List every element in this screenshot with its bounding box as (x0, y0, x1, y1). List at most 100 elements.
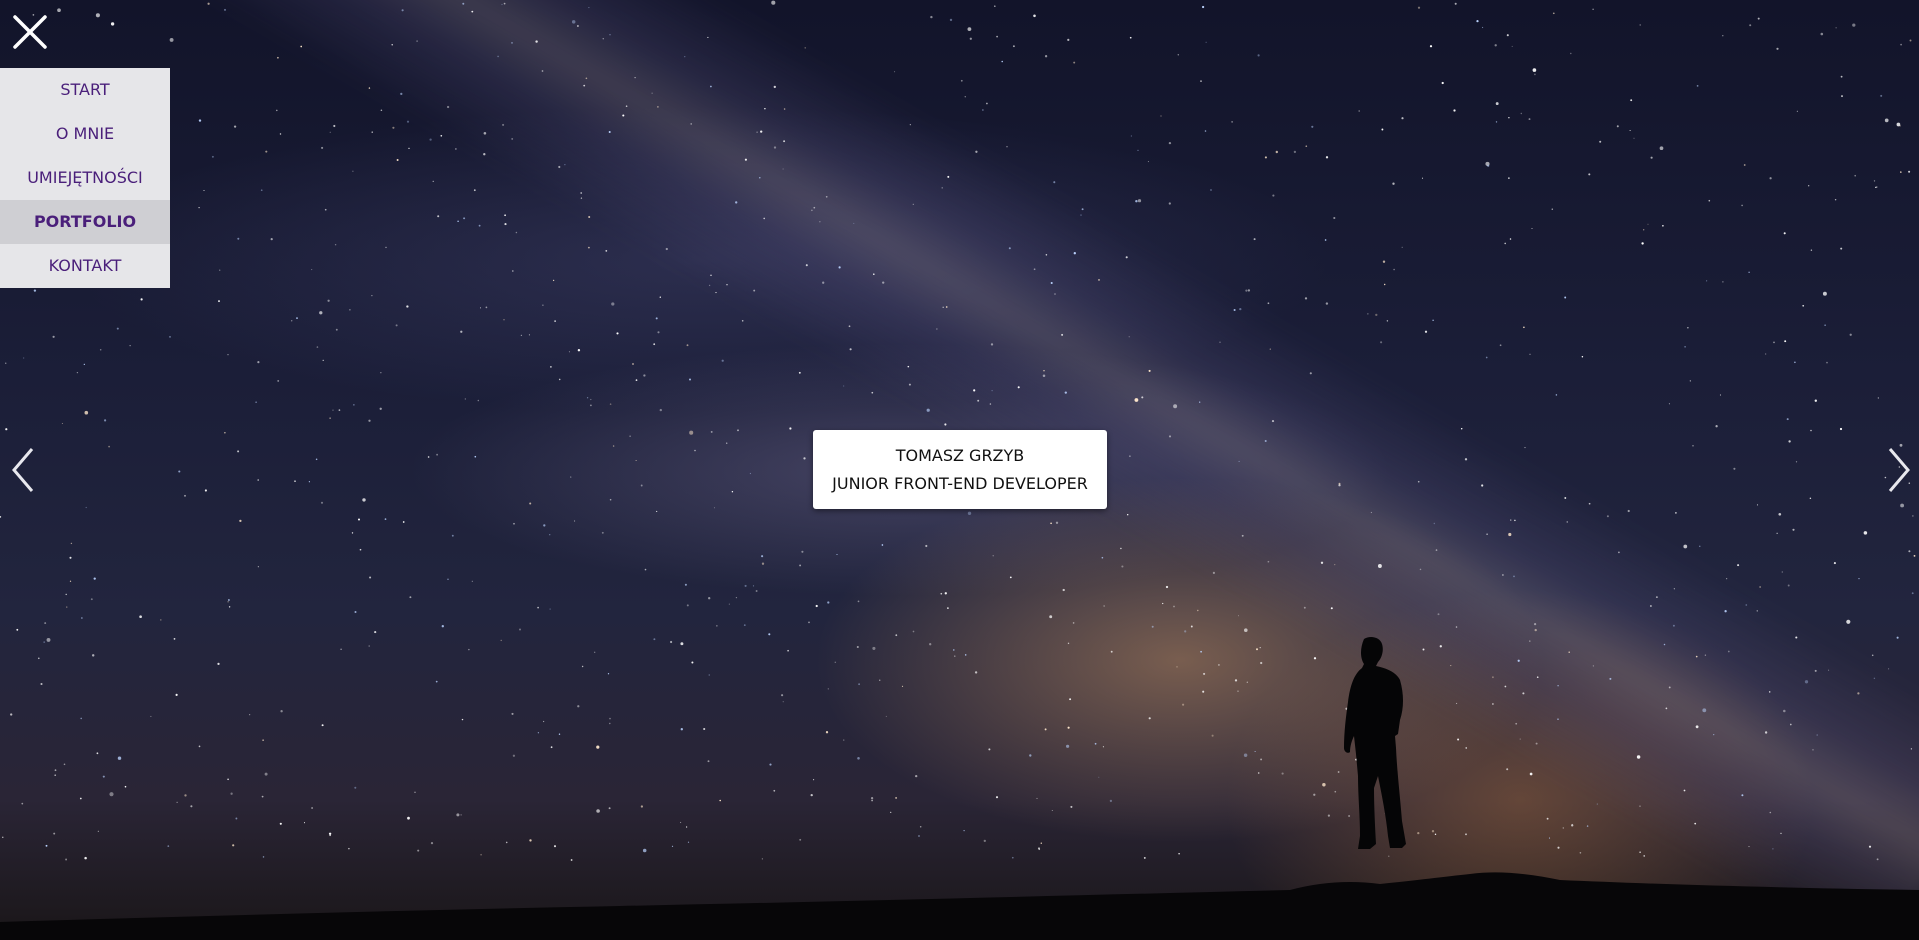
star (1515, 722, 1518, 725)
star (1854, 174, 1856, 177)
star (936, 328, 938, 330)
star (1776, 47, 1779, 50)
star (198, 119, 202, 122)
star (1393, 268, 1395, 271)
star (1309, 372, 1312, 375)
star (235, 817, 238, 820)
star (1110, 650, 1113, 653)
star (1073, 61, 1076, 64)
star (1313, 793, 1316, 796)
menu-item-o-mnie[interactable]: O MNIE (0, 112, 170, 156)
star (1419, 568, 1422, 571)
star (901, 685, 904, 688)
star (716, 625, 718, 627)
star (726, 442, 728, 444)
menu-item-portfolio[interactable]: PORTFOLIO (0, 200, 170, 244)
star (708, 597, 711, 600)
star (461, 718, 464, 721)
next-slide-button[interactable] (1884, 445, 1914, 495)
star (827, 688, 829, 690)
star (395, 324, 398, 327)
star (184, 794, 187, 797)
star (602, 38, 604, 40)
star (670, 640, 673, 644)
star (1067, 726, 1070, 729)
star (1756, 610, 1758, 612)
star (1271, 420, 1275, 423)
star (1849, 333, 1852, 336)
star (1796, 110, 1798, 112)
star (771, 0, 776, 5)
star (1581, 355, 1584, 358)
star (759, 177, 761, 179)
star (1450, 665, 1452, 667)
star (354, 786, 357, 789)
author-role: JUNIOR FRONT-END DEVELOPER (832, 473, 1088, 493)
star (1134, 398, 1139, 402)
star (640, 805, 644, 808)
star (446, 105, 450, 109)
menu-item-start[interactable]: START (0, 68, 170, 112)
star (520, 334, 523, 337)
star (1043, 370, 1045, 372)
star (1050, 281, 1053, 285)
star (1103, 605, 1105, 607)
star (340, 648, 342, 651)
star (974, 671, 978, 674)
star (69, 580, 72, 582)
star (176, 801, 178, 804)
star (1202, 690, 1205, 693)
star (264, 772, 268, 776)
star (416, 40, 418, 42)
star (414, 791, 416, 794)
star (124, 785, 127, 788)
star (184, 494, 186, 497)
star (1517, 659, 1520, 662)
star (116, 327, 119, 330)
star (801, 550, 804, 553)
star (1599, 140, 1602, 143)
star (91, 654, 95, 657)
star (178, 470, 181, 473)
star (1773, 341, 1775, 344)
star (1708, 199, 1711, 202)
star (1281, 772, 1284, 775)
star (1066, 744, 1070, 748)
star (1509, 238, 1512, 240)
star (1231, 121, 1233, 123)
star (605, 249, 608, 252)
star (894, 71, 896, 73)
menu-item-umiejetnosci[interactable]: UMIEJĘTNOŚCI (0, 156, 170, 200)
star (1001, 60, 1003, 63)
star (680, 728, 683, 731)
close-menu-button[interactable] (10, 12, 50, 52)
star (1062, 588, 1065, 592)
star (773, 146, 777, 149)
star (406, 120, 410, 123)
star (1749, 24, 1752, 27)
star (1511, 45, 1513, 47)
star (95, 13, 100, 18)
star (576, 25, 579, 27)
star (635, 379, 638, 381)
star (1788, 440, 1791, 443)
star (368, 645, 370, 647)
previous-slide-button[interactable] (8, 445, 38, 495)
star (311, 807, 314, 809)
star (262, 739, 264, 741)
star (1055, 521, 1059, 524)
star (478, 224, 481, 227)
star (43, 641, 46, 643)
star (261, 795, 264, 798)
star (858, 683, 860, 686)
star (1871, 654, 1874, 657)
star (1592, 665, 1595, 667)
star (319, 311, 323, 315)
menu-item-kontakt[interactable]: KONTAKT (0, 244, 170, 288)
star (1044, 728, 1047, 731)
star (1127, 514, 1129, 516)
star (1795, 461, 1798, 463)
star (435, 680, 438, 683)
star (1596, 803, 1598, 805)
star (1135, 199, 1138, 203)
